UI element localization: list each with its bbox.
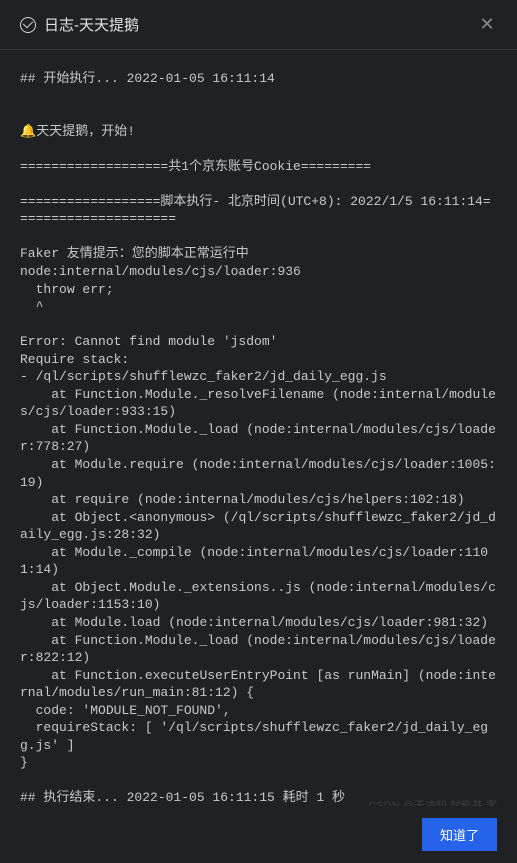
log-code: code: 'MODULE_NOT_FOUND', xyxy=(20,703,231,718)
log-node1: node:internal/modules/cjs/loader:936 xyxy=(20,264,301,279)
log-require: Require stack: xyxy=(20,352,129,367)
header-left: 日志-天天提鹅 xyxy=(20,14,139,35)
log-stack2: at Function.Module._load (node:internal/… xyxy=(20,422,496,455)
log-caret: ^ xyxy=(20,299,43,314)
log-stack6: at Module._compile (node:internal/module… xyxy=(20,545,488,578)
modal-footer: 知道了 xyxy=(0,806,517,863)
log-start-msg: 天天提鹅，开始! xyxy=(36,124,135,139)
log-stack9: at Function.Module._load (node:internal/… xyxy=(20,633,496,666)
log-stack5: at Object.<anonymous> (/ql/scripts/shuff… xyxy=(20,510,496,543)
log-error: Error: Cannot find module 'jsdom' xyxy=(20,334,277,349)
log-reqstack: requireStack: [ '/ql/scripts/shufflewzc_… xyxy=(20,720,488,753)
log-sep2: ==================脚本执行- 北京时间(UTC+8): 202… xyxy=(20,194,491,227)
log-content: ## 开始执行... 2022-01-05 16:11:14 🔔天天提鹅，开始!… xyxy=(0,50,517,827)
log-stack4: at require (node:internal/modules/cjs/he… xyxy=(20,492,465,507)
log-stack8: at Module.load (node:internal/modules/cj… xyxy=(20,615,488,630)
modal-header: 日志-天天提鹅 ✕ xyxy=(0,0,517,50)
close-icon[interactable]: ✕ xyxy=(477,15,497,35)
log-stack7: at Object.Module._extensions..js (node:i… xyxy=(20,580,496,613)
log-brace: } xyxy=(20,755,28,770)
log-stack0: - /ql/scripts/shufflewzc_faker2/jd_daily… xyxy=(20,369,387,384)
log-start: ## 开始执行... 2022-01-05 16:11:14 xyxy=(20,71,275,86)
log-hint: Faker 友情提示：您的脚本正常运行中 xyxy=(20,246,249,261)
log-stack10: at Function.executeUserEntryPoint [as ru… xyxy=(20,668,496,701)
log-throw: throw err; xyxy=(20,282,114,297)
check-circle-icon xyxy=(20,17,36,33)
log-stack1: at Function.Module._resolveFilename (nod… xyxy=(20,387,496,420)
log-stack3: at Module.require (node:internal/modules… xyxy=(20,457,496,490)
log-end: ## 执行结束... 2022-01-05 16:11:15 耗时 1 秒 xyxy=(20,790,345,805)
log-sep1: ===================共1个京东账号Cookie========… xyxy=(20,159,371,174)
ok-button[interactable]: 知道了 xyxy=(422,818,497,851)
bell-icon: 🔔 xyxy=(20,124,36,139)
modal-title: 日志-天天提鹅 xyxy=(44,14,139,35)
